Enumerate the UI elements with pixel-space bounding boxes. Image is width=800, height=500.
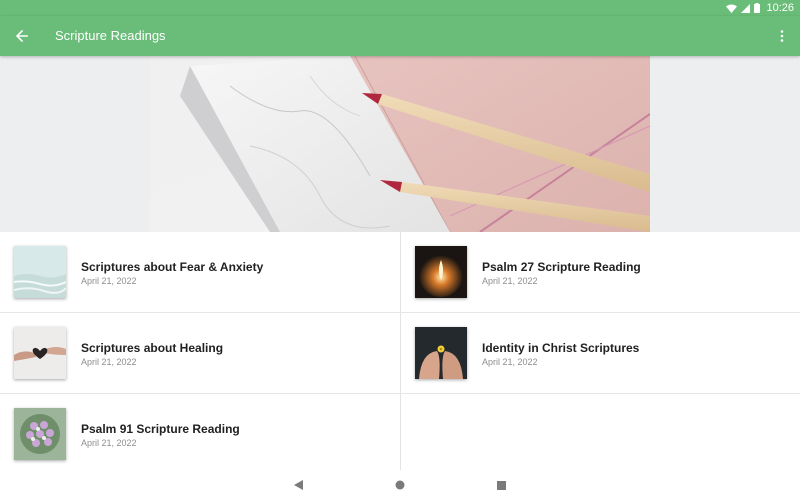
status-time: 10:26 — [766, 2, 794, 14]
nav-home-button[interactable] — [392, 478, 408, 492]
reading-date: April 21, 2022 — [81, 438, 137, 448]
reading-thumbnail — [14, 246, 66, 298]
reading-item[interactable]: Identity in Christ Scriptures April 21, … — [401, 313, 800, 393]
recents-square-icon — [496, 480, 506, 490]
candle-light-thumb — [415, 246, 467, 298]
reading-item[interactable]: Scriptures about Healing April 21, 2022 — [0, 313, 399, 393]
home-circle-icon — [395, 480, 405, 490]
readings-grid: Scriptures about Fear & Anxiety April 21… — [0, 232, 800, 470]
reading-item[interactable]: Psalm 27 Scripture Reading April 21, 202… — [401, 232, 800, 312]
status-bar: 10:26 — [0, 0, 800, 16]
reading-date: April 21, 2022 — [81, 276, 137, 286]
reading-thumbnail — [415, 327, 467, 379]
nav-back-button[interactable] — [290, 478, 306, 492]
reading-thumbnail — [14, 408, 66, 460]
signal-icon — [741, 3, 751, 13]
hands-heart-thumb — [14, 327, 66, 379]
reading-title: Psalm 91 Scripture Reading — [81, 422, 240, 436]
page-title: Scripture Readings — [55, 28, 166, 43]
more-vert-icon — [780, 30, 784, 42]
back-triangle-icon — [293, 480, 303, 490]
water-shore-thumb — [14, 246, 66, 298]
reading-title: Scriptures about Healing — [81, 341, 224, 355]
reading-title: Psalm 27 Scripture Reading — [482, 260, 641, 274]
pencils-on-notebook-image — [150, 56, 650, 232]
reading-date: April 21, 2022 — [81, 357, 137, 367]
reading-thumbnail — [14, 327, 66, 379]
back-button[interactable] — [10, 24, 34, 48]
system-nav-bar — [0, 470, 800, 500]
reading-title: Identity in Christ Scriptures — [482, 341, 640, 355]
reading-date: April 21, 2022 — [482, 357, 538, 367]
reading-title: Scriptures about Fear & Anxiety — [81, 260, 264, 274]
more-options-button[interactable] — [772, 24, 792, 48]
hero-image — [150, 56, 650, 232]
reading-item[interactable]: Scriptures about Fear & Anxiety April 21… — [0, 232, 399, 312]
flower-bouquet-thumb — [14, 408, 66, 460]
nav-recents-button[interactable] — [493, 478, 509, 492]
reading-thumbnail — [415, 246, 467, 298]
reading-date: April 21, 2022 — [482, 276, 538, 286]
status-icons: 10:26 — [726, 2, 794, 14]
open-hands-flower-thumb — [415, 327, 467, 379]
wifi-icon — [726, 4, 738, 13]
reading-item[interactable]: Psalm 91 Scripture Reading April 21, 202… — [0, 394, 399, 474]
app-bar: Scripture Readings — [0, 16, 800, 56]
hero-section — [0, 56, 800, 232]
battery-icon — [754, 3, 761, 13]
arrow-back-icon — [16, 30, 28, 42]
